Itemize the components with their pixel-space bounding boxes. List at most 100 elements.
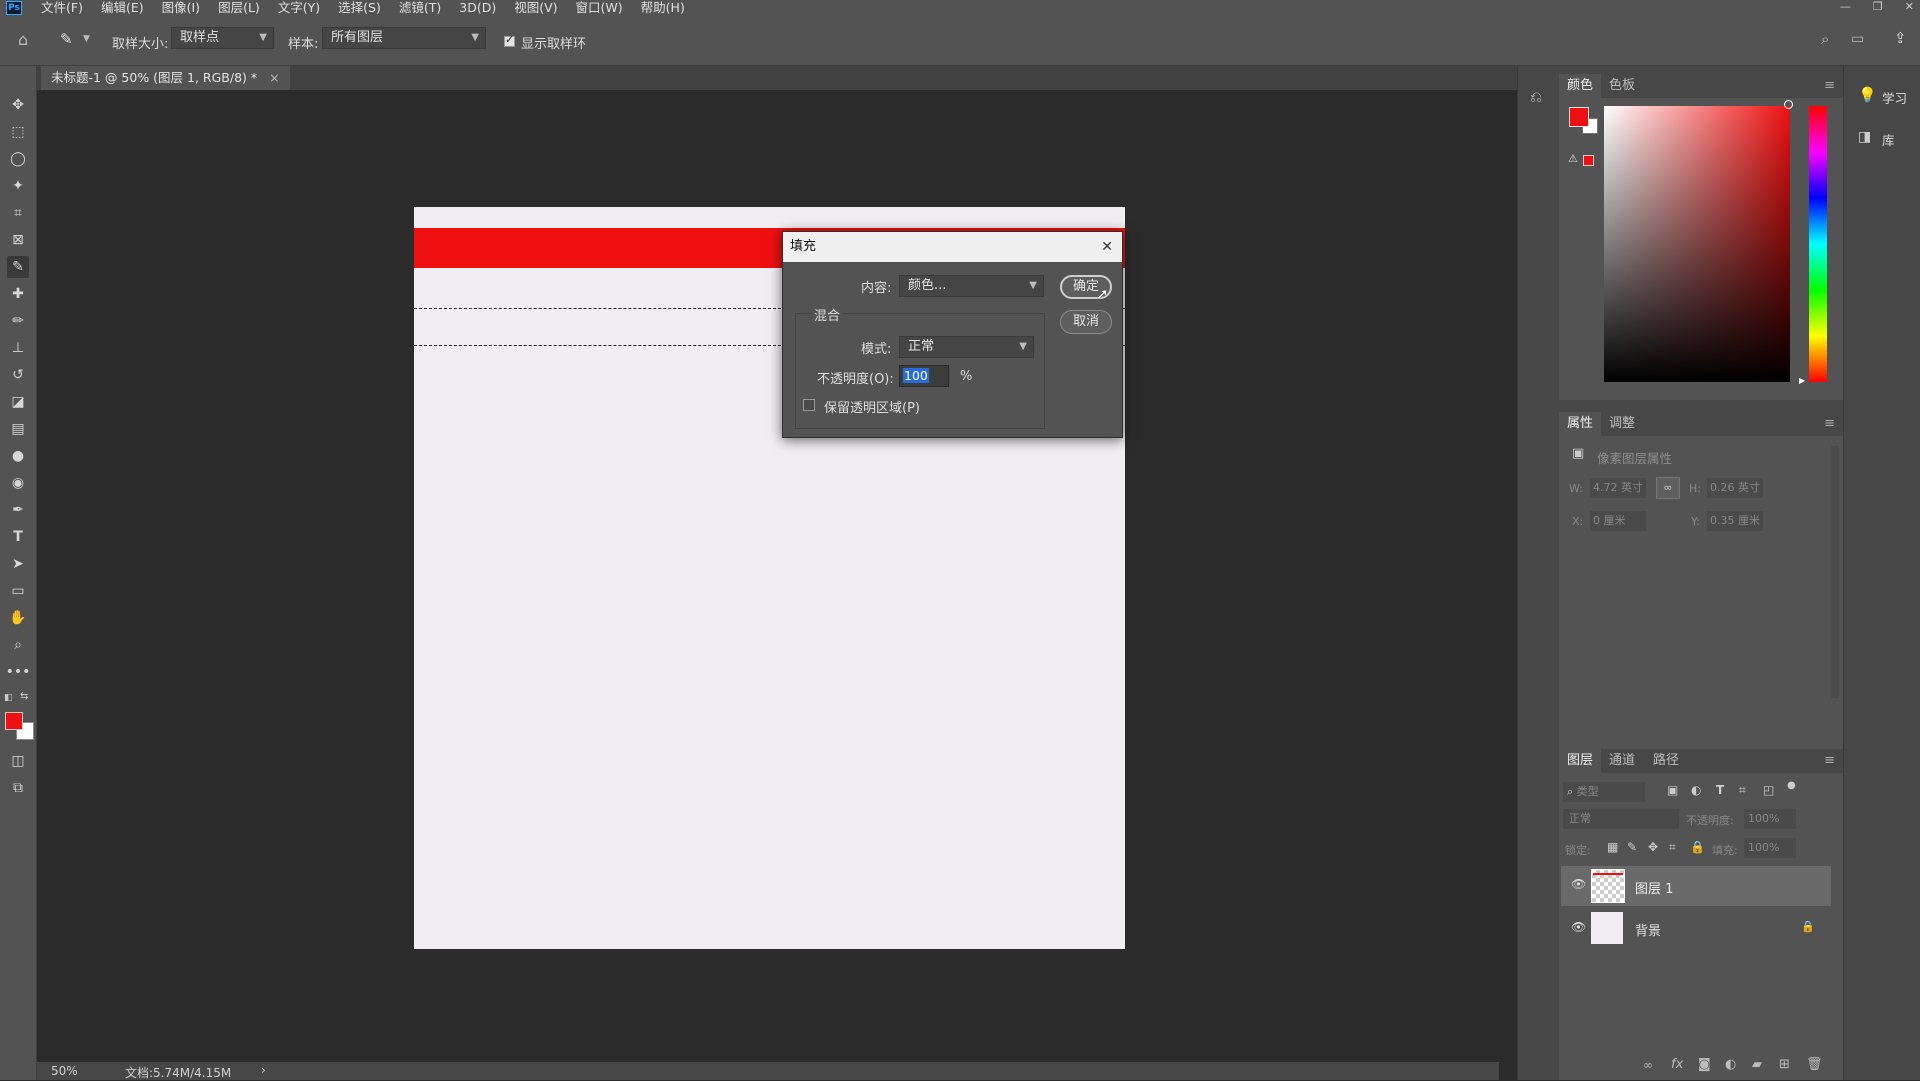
tab-swatches[interactable]: 色板	[1601, 74, 1643, 98]
filter-toggle-icon[interactable]: ●	[1787, 780, 1796, 791]
color-panel-foreground-swatch[interactable]	[1569, 107, 1589, 127]
menu-file[interactable]: 文件(F)	[41, 0, 83, 16]
visibility-eye-icon[interactable]: 👁	[1571, 920, 1586, 934]
magic-wand-tool-icon[interactable]: ✦	[7, 175, 29, 197]
menu-image[interactable]: 图像(I)	[162, 0, 200, 16]
zoom-level[interactable]: 50%	[51, 1064, 78, 1078]
close-tab-icon[interactable]: ×	[269, 70, 279, 85]
content-select[interactable]: 颜色... ▼	[899, 275, 1044, 297]
hue-slider-handle-icon[interactable]: ▶	[1799, 376, 1805, 385]
lock-position-icon[interactable]: ✥	[1648, 840, 1658, 854]
more-tools-icon[interactable]: •••	[6, 661, 31, 683]
menu-3d[interactable]: 3D(D)	[459, 0, 496, 16]
menu-edit[interactable]: 编辑(E)	[101, 0, 144, 16]
lasso-tool-icon[interactable]: ◯	[7, 148, 29, 170]
close-window-icon[interactable]: ✕	[1905, 0, 1914, 14]
screen-mode-icon[interactable]: ⧉	[7, 777, 29, 799]
lock-artboard-icon[interactable]: ⌗	[1669, 840, 1676, 855]
sample-size-select[interactable]: 取样点 ▼	[171, 27, 274, 49]
layer-row-layer-1[interactable]: 👁 图层 1	[1561, 866, 1831, 906]
eyedropper-preset-icon[interactable]: ✎	[60, 30, 73, 48]
type-tool-icon[interactable]: T	[7, 526, 29, 548]
minimize-icon[interactable]: —	[1840, 0, 1851, 14]
gamut-color-swatch[interactable]	[1583, 155, 1594, 166]
layer-opacity-field[interactable]: 100%	[1744, 809, 1796, 829]
x-field[interactable]: 0 厘米	[1590, 511, 1646, 531]
visibility-eye-icon[interactable]: 👁	[1571, 877, 1586, 891]
show-ring-checkbox[interactable]	[504, 33, 515, 47]
brush-tool-icon[interactable]: ✏	[7, 310, 29, 332]
hue-slider[interactable]	[1809, 106, 1827, 382]
link-dimensions-icon[interactable]: ∞	[1656, 477, 1680, 499]
filter-pixel-icon[interactable]: ▣	[1667, 783, 1678, 797]
panel-menu-icon[interactable]: ≡	[1824, 753, 1835, 768]
filter-shape-icon[interactable]: ⌗	[1739, 783, 1746, 798]
tab-paths[interactable]: 路径	[1645, 749, 1687, 773]
history-panel-icon[interactable]: ⎌	[1530, 88, 1542, 106]
layer-name[interactable]: 背景	[1635, 920, 1661, 939]
document-tab[interactable]: 未标题-1 @ 50% (图层 1, RGB/8) * ×	[41, 66, 290, 90]
preserve-transparency-checkbox[interactable]	[803, 399, 815, 411]
tab-channels[interactable]: 通道	[1601, 749, 1643, 773]
default-colors-icon[interactable]: ◧	[4, 693, 13, 703]
panel-menu-icon[interactable]: ≡	[1824, 416, 1835, 431]
new-layer-icon[interactable]: ⊞	[1779, 1057, 1790, 1072]
menu-window[interactable]: 窗口(W)	[576, 0, 623, 16]
properties-scrollbar[interactable]	[1831, 446, 1839, 698]
chevron-down-icon[interactable]: ▼	[83, 34, 90, 44]
filter-smart-object-icon[interactable]: ◰	[1763, 783, 1774, 797]
stamp-tool-icon[interactable]: ⊥	[7, 337, 29, 359]
lock-all-icon[interactable]: 🔒	[1690, 840, 1705, 854]
menu-help[interactable]: 帮助(H)	[641, 0, 685, 16]
menu-view[interactable]: 视图(V)	[514, 0, 557, 16]
lock-transparent-icon[interactable]: ▦	[1607, 840, 1618, 854]
workspace-icon[interactable]: ▭	[1851, 31, 1864, 47]
dodge-tool-icon[interactable]: ◉	[7, 472, 29, 494]
learn-label[interactable]: 学习	[1882, 88, 1907, 107]
group-folder-icon[interactable]: ▰	[1752, 1057, 1762, 1072]
layer-mask-icon[interactable]: ◙	[1698, 1057, 1711, 1072]
pen-tool-icon[interactable]: ✒	[7, 499, 29, 521]
menu-filter[interactable]: 滤镜(T)	[399, 0, 441, 16]
restore-icon[interactable]: ❐	[1873, 0, 1883, 14]
eraser-tool-icon[interactable]: ◪	[7, 391, 29, 413]
link-layers-icon[interactable]: ∞	[1643, 1058, 1653, 1072]
crop-tool-icon[interactable]: ⌗	[7, 202, 29, 224]
height-field[interactable]: 0.26 英寸	[1707, 478, 1763, 498]
rectangle-tool-icon[interactable]: ▭	[7, 580, 29, 602]
history-brush-tool-icon[interactable]: ↺	[7, 364, 29, 386]
libraries-label[interactable]: 库	[1882, 130, 1895, 149]
layer-name[interactable]: 图层 1	[1635, 878, 1673, 897]
marquee-tool-icon[interactable]: ⬚	[7, 121, 29, 143]
tab-adjustments[interactable]: 调整	[1601, 412, 1643, 436]
layer-row-background[interactable]: 👁 背景 🔒	[1561, 909, 1831, 949]
menu-type[interactable]: 文字(Y)	[278, 0, 320, 16]
status-arrow-icon[interactable]: ›	[261, 1063, 266, 1077]
adjustment-layer-icon[interactable]: ◐	[1725, 1057, 1736, 1072]
hand-tool-icon[interactable]: ✋	[7, 607, 29, 629]
cancel-button[interactable]: 取消	[1060, 310, 1112, 334]
search-icon[interactable]: ⌕	[1821, 30, 1829, 48]
color-picker-cursor[interactable]	[1784, 100, 1793, 109]
out-of-gamut-warning-icon[interactable]: ⚠	[1568, 152, 1578, 165]
menu-layer[interactable]: 图层(L)	[218, 0, 260, 16]
opacity-input[interactable]: 100	[899, 365, 949, 387]
menu-select[interactable]: 选择(S)	[338, 0, 381, 16]
healing-brush-tool-icon[interactable]: ✚	[7, 283, 29, 305]
lightbulb-icon[interactable]: 💡	[1858, 86, 1877, 104]
frame-tool-icon[interactable]: ⊠	[7, 229, 29, 251]
gradient-tool-icon[interactable]: ▤	[7, 418, 29, 440]
tab-layers[interactable]: 图层	[1559, 749, 1602, 773]
filter-adjustment-icon[interactable]: ◐	[1691, 783, 1701, 797]
home-icon[interactable]: ⌂	[18, 30, 28, 49]
layer-filter-select[interactable]: ⌕ 类型	[1563, 782, 1645, 802]
fx-icon[interactable]: fx	[1671, 1057, 1683, 1072]
trash-icon[interactable]: 🗑	[1806, 1057, 1823, 1072]
y-field[interactable]: 0.35 厘米	[1707, 511, 1763, 531]
panel-menu-icon[interactable]: ≡	[1824, 78, 1835, 93]
color-picker-field[interactable]	[1604, 106, 1790, 382]
tab-color[interactable]: 颜色	[1559, 74, 1602, 98]
layer-blend-mode-select[interactable]: 正常	[1563, 809, 1679, 829]
share-icon[interactable]: ⇪	[1894, 29, 1907, 47]
sample-select[interactable]: 所有图层 ▼	[322, 27, 486, 49]
